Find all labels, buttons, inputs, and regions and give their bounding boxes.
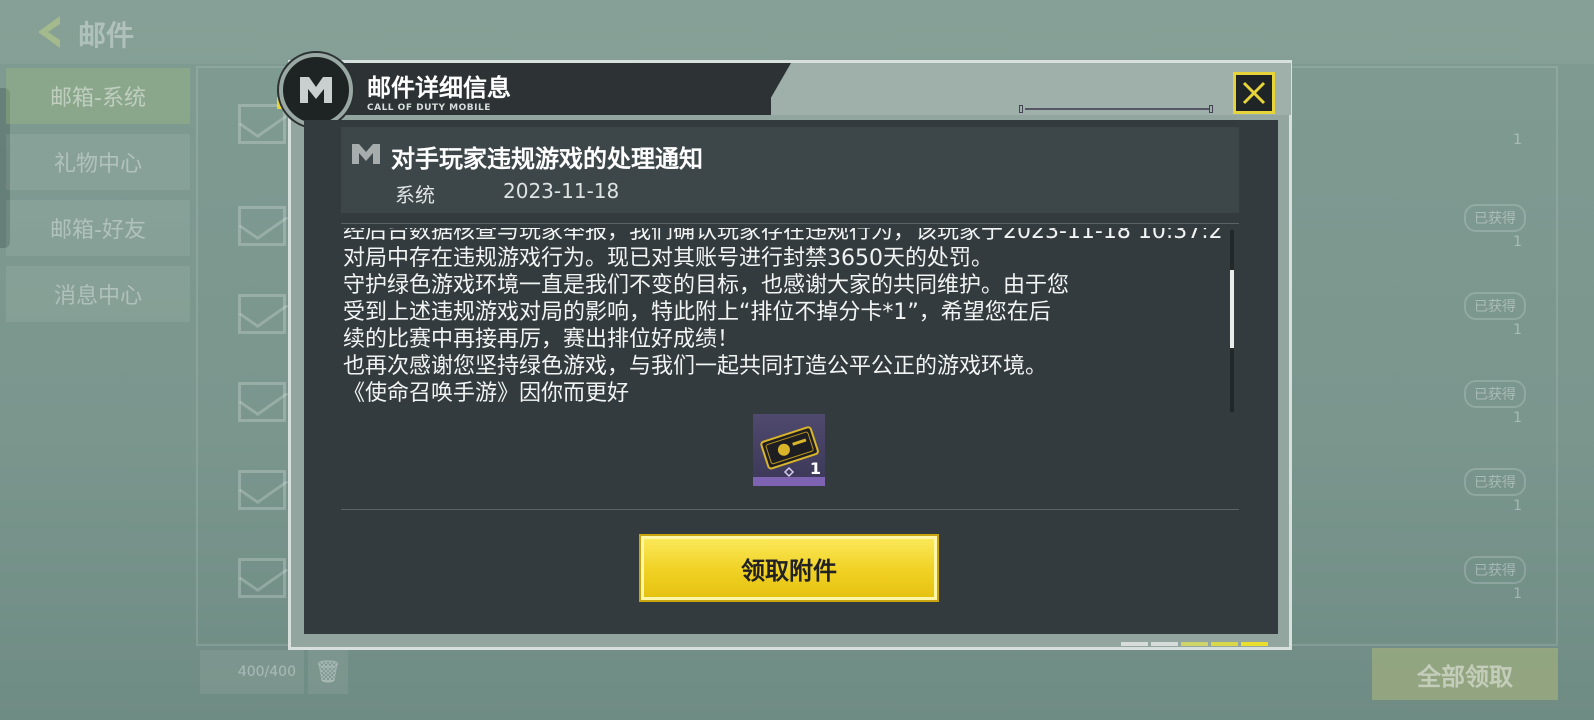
mail-date: 2023-11-18 bbox=[503, 179, 620, 203]
progress-segment bbox=[1151, 642, 1178, 646]
mail-detail-dialog: 邮件详细信息 CALL OF DUTY MOBILE 对手玩家违规游戏的处理通知… bbox=[277, 53, 1292, 650]
background-title: 邮件 bbox=[78, 19, 135, 52]
mail-capacity-count: 400/400 bbox=[200, 650, 304, 694]
mail-header: 对手玩家违规游戏的处理通知 系统 2023-11-18 bbox=[341, 127, 1239, 213]
progress-segment bbox=[1211, 642, 1238, 646]
mail-body-line: 对局中存在违规游戏行为。现已对其账号进行封禁3650天的处罚。 bbox=[343, 246, 993, 271]
progress-segment bbox=[1181, 642, 1208, 646]
claim-attachment-button[interactable]: 领取附件 bbox=[641, 536, 937, 600]
dialog-content: 对手玩家违规游戏的处理通知 系统 2023-11-18 经后台数据核查与玩家举报… bbox=[304, 120, 1278, 634]
obtained-badge: 已获得 bbox=[1464, 380, 1526, 408]
envelope-icon bbox=[238, 294, 286, 334]
tab-gift-center[interactable]: 礼物中心 bbox=[6, 134, 190, 190]
mail-body-line: 也再次感谢您坚持绿色游戏，与我们一起共同打造公平公正的游戏环境。 bbox=[343, 354, 1048, 379]
body-scrollbar[interactable] bbox=[1230, 230, 1234, 412]
envelope-icon bbox=[238, 104, 286, 144]
rarity-stripe bbox=[753, 477, 825, 486]
trash-icon[interactable]: 🗑 bbox=[308, 650, 348, 694]
list-item-count: 1 bbox=[1513, 132, 1522, 148]
scrollbar-thumb[interactable] bbox=[1230, 270, 1234, 348]
obtained-badge: 已获得 bbox=[1464, 204, 1526, 232]
mail-body-line: 续的比赛中再接再厉，赛出排位好成绩！ bbox=[343, 327, 740, 352]
dialog-title: 邮件详细信息 bbox=[367, 74, 511, 102]
back-arrow-icon[interactable] bbox=[30, 12, 70, 52]
codm-small-logo-icon bbox=[352, 144, 380, 164]
titlebar-slant bbox=[761, 63, 791, 115]
envelope-icon bbox=[238, 382, 286, 422]
mail-body-line: 守护绿色游戏环境一直是我们不变的目标，也感谢大家的共同维护。由于您 bbox=[343, 273, 1070, 298]
mail-subject: 对手玩家违规游戏的处理通知 bbox=[391, 145, 703, 173]
attachment-item[interactable]: 1 bbox=[753, 414, 825, 486]
page-progress-indicator bbox=[1121, 642, 1268, 646]
list-item-count: 1 bbox=[1513, 322, 1522, 338]
obtained-badge: 已获得 bbox=[1464, 556, 1526, 584]
tab-message-center[interactable]: 消息中心 bbox=[6, 266, 190, 322]
list-item-count: 1 bbox=[1513, 410, 1522, 426]
mail-body-line: 经后台数据核查与玩家举报，我们确认玩家存在违规行为，该玩家于2023-11-18… bbox=[343, 228, 1221, 244]
divider bbox=[341, 223, 1239, 224]
progress-segment bbox=[1241, 642, 1268, 646]
envelope-icon bbox=[238, 470, 286, 510]
close-button[interactable] bbox=[1233, 72, 1275, 114]
progress-segment bbox=[1121, 642, 1148, 646]
decorative-slider bbox=[1019, 105, 1219, 113]
codm-logo-icon bbox=[279, 53, 353, 127]
tab-system-mail[interactable]: 邮箱-系统 bbox=[6, 68, 190, 124]
list-item-count: 1 bbox=[1513, 586, 1522, 602]
mail-body-line: 受到上述违规游戏对局的影响，特此附上“排位不掉分卡*1”，希望您在后 bbox=[343, 300, 1051, 325]
brand-label: CALL OF DUTY MOBILE bbox=[367, 103, 491, 113]
mail-sender: 系统 bbox=[395, 183, 435, 207]
close-icon bbox=[1242, 81, 1266, 105]
envelope-icon bbox=[238, 206, 286, 246]
attachment-count: 1 bbox=[809, 459, 821, 478]
tab-friend-mail[interactable]: 邮箱-好友 bbox=[6, 200, 190, 256]
background-header bbox=[0, 0, 1594, 64]
list-item-count: 1 bbox=[1513, 234, 1522, 250]
claim-all-button[interactable]: 全部领取 bbox=[1372, 648, 1558, 700]
mail-body-line: 《使命召唤手游》因你而更好 bbox=[343, 381, 630, 406]
list-item-count: 1 bbox=[1513, 498, 1522, 514]
divider bbox=[341, 509, 1239, 510]
obtained-badge: 已获得 bbox=[1464, 468, 1526, 496]
obtained-badge: 已获得 bbox=[1464, 292, 1526, 320]
envelope-icon bbox=[238, 558, 286, 598]
mail-body[interactable]: 经后台数据核查与玩家举报，我们确认玩家存在违规行为，该玩家于2023-11-18… bbox=[341, 228, 1221, 414]
